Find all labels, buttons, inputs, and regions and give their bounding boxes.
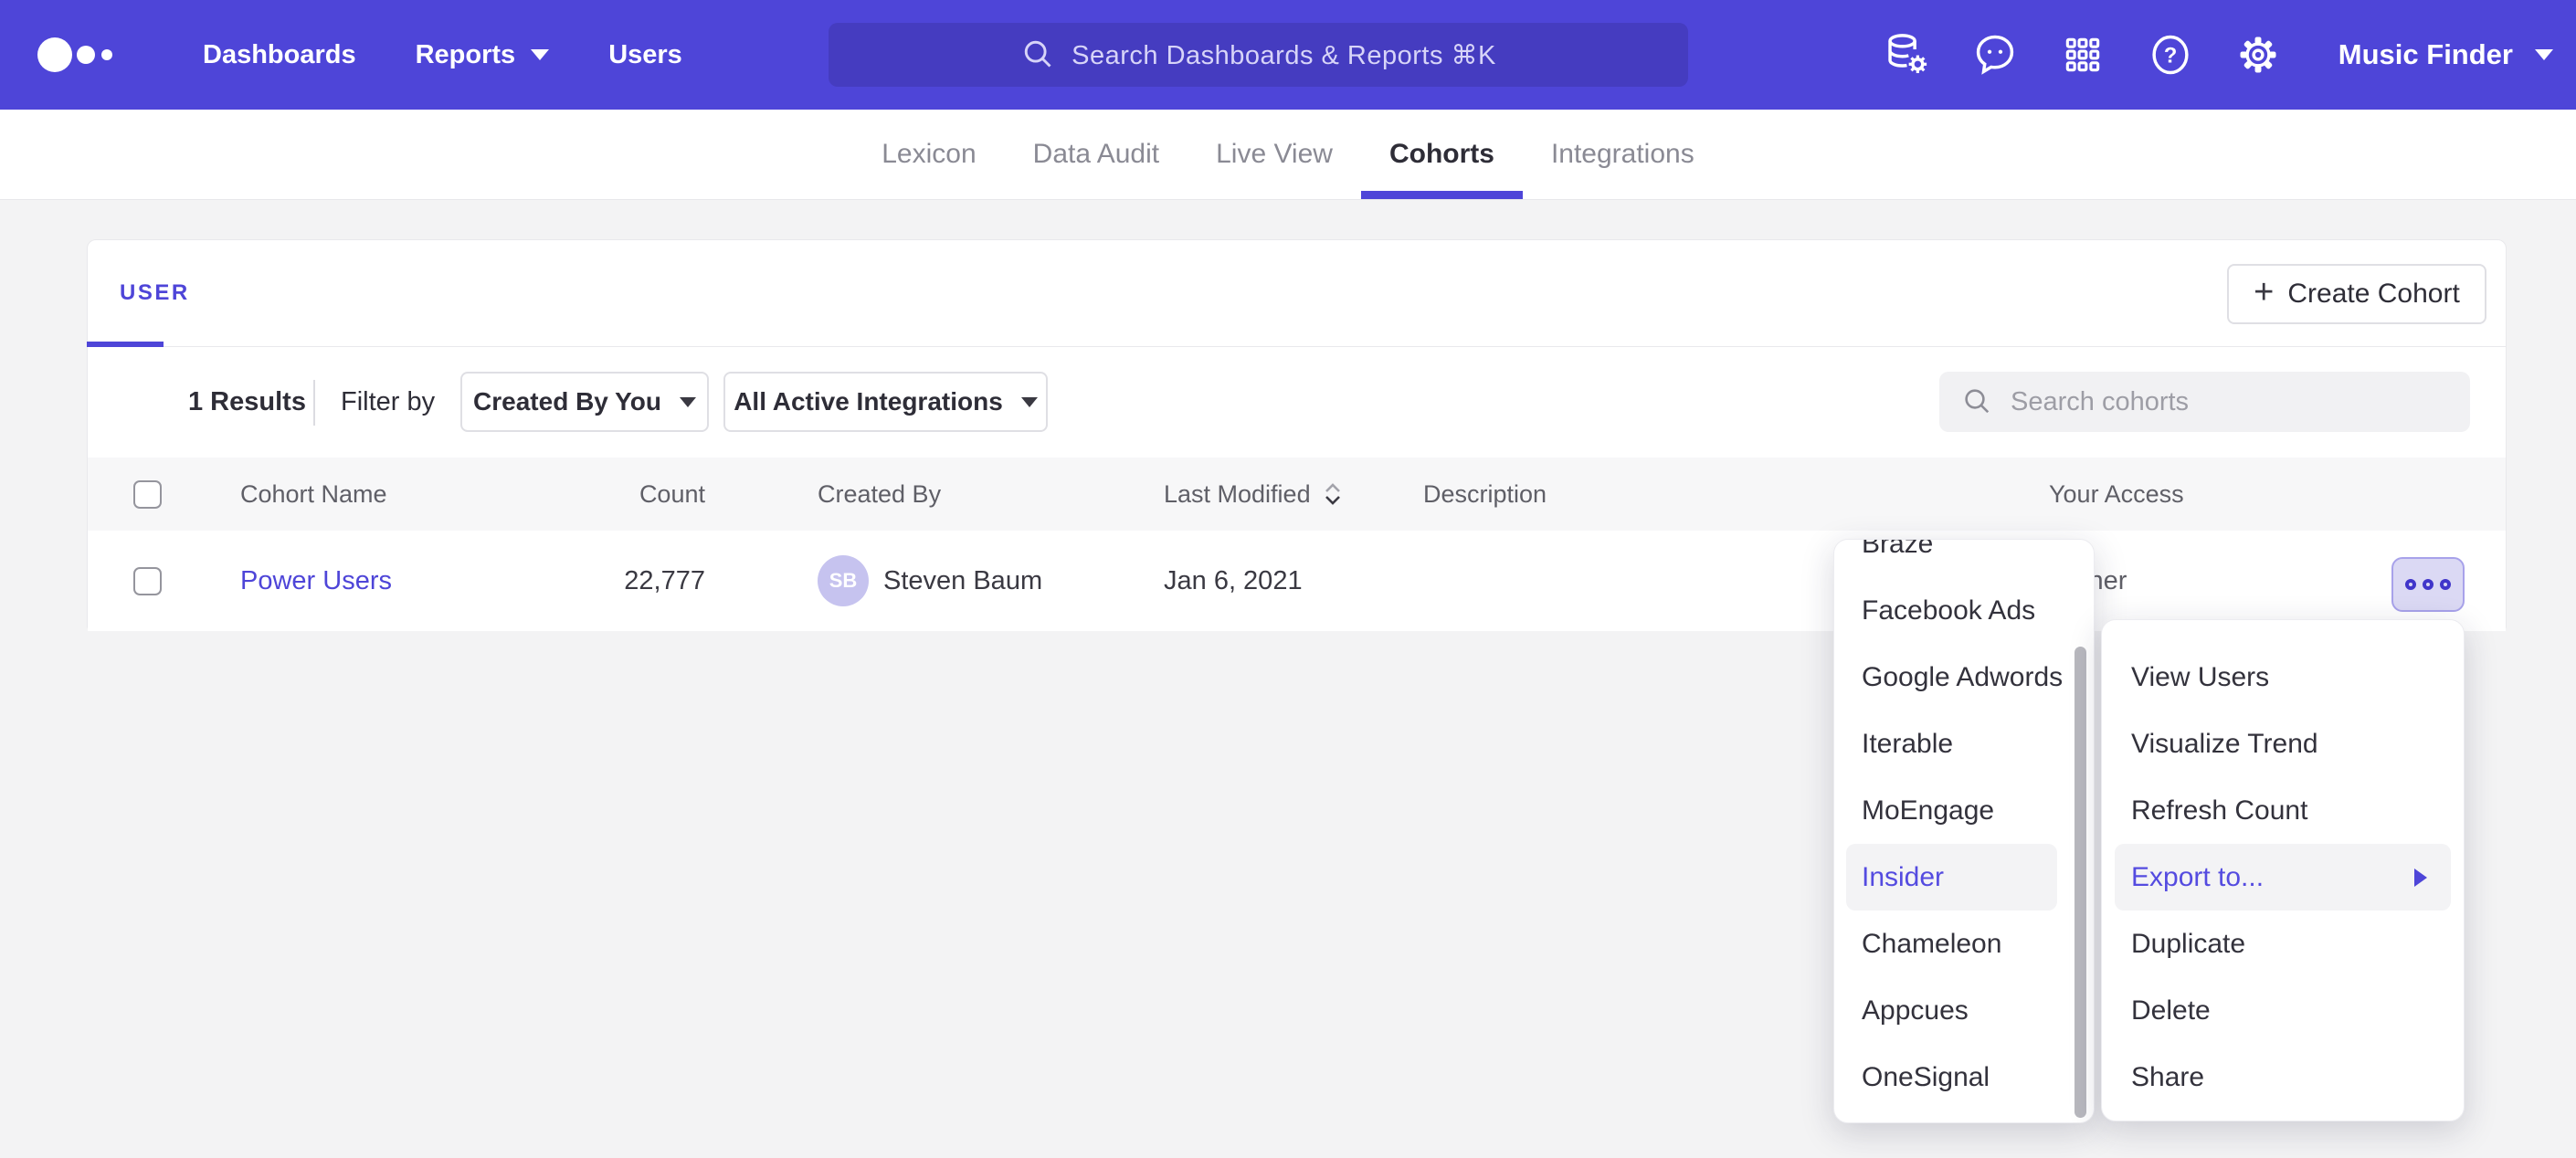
data-management-icon[interactable] [1884, 31, 1931, 79]
header-your-access: Your Access [2049, 458, 2184, 531]
cohorts-page: Dashboards Reports Users Search Dashboar… [0, 0, 2576, 1158]
top-nav-links: Dashboards Reports Users [203, 40, 682, 70]
export-destination-list: Braze Facebook Ads Google Adwords Iterab… [1834, 539, 2094, 1111]
header-last-modified-label: Last Modified [1164, 480, 1311, 509]
chevron-down-icon [1021, 397, 1038, 407]
workspace-switcher[interactable]: Music Finder [2338, 38, 2553, 71]
submenu-scrollbar[interactable] [2075, 647, 2086, 1118]
tab-data-audit[interactable]: Data Audit [1005, 110, 1188, 199]
menu-item-facebook-ads[interactable]: Facebook Ads [1834, 577, 2094, 644]
menu-item-duplicate[interactable]: Duplicate [2102, 911, 2464, 977]
table-row: Power Users 22,777 SB Steven Baum Jan 6,… [88, 531, 2506, 631]
menu-item-braze[interactable]: Braze [1834, 539, 2094, 577]
dot-icon [2423, 579, 2433, 590]
menu-item-insider[interactable]: Insider [1846, 844, 2057, 911]
last-modified-date: Jan 6, 2021 [1164, 531, 1303, 631]
table-header-row: Cohort Name Count Created By Last Modifi… [88, 458, 2506, 531]
nav-users[interactable]: Users [608, 40, 682, 70]
filter-toolbar: 1 Results Filter by Created By You All A… [88, 347, 2506, 458]
cohort-search-input[interactable] [2011, 387, 2470, 417]
cohort-name-link[interactable]: Power Users [240, 566, 392, 596]
cohort-search [1939, 372, 2470, 432]
header-description: Description [1423, 458, 1547, 531]
top-nav-right: ? [1884, 0, 2553, 110]
mixpanel-logo-icon[interactable] [37, 35, 137, 75]
top-nav: Dashboards Reports Users Search Dashboar… [0, 0, 2576, 110]
sort-icon [1322, 480, 1344, 508]
row-checkbox[interactable] [133, 567, 162, 595]
menu-item-visualize-trend[interactable]: Visualize Trend [2102, 711, 2464, 777]
cohort-count: 22,777 [480, 531, 705, 631]
divider [313, 380, 315, 426]
plus-icon: + [2254, 275, 2274, 310]
create-cohort-button[interactable]: + Create Cohort [2227, 264, 2486, 324]
header-cohort-name: Cohort Name [240, 458, 387, 531]
menu-item-onesignal[interactable]: OneSignal [1834, 1044, 2094, 1111]
menu-item-refresh-count[interactable]: Refresh Count [2102, 777, 2464, 844]
nav-reports-label: Reports [416, 40, 516, 70]
filter-by-label: Filter by [341, 347, 435, 458]
tab-live-view-label: Live View [1216, 139, 1333, 170]
tab-integrations[interactable]: Integrations [1523, 110, 1723, 199]
tab-integrations-label: Integrations [1551, 139, 1694, 170]
feedback-icon[interactable] [1971, 31, 2019, 79]
export-to-label: Export to... [2131, 862, 2264, 893]
settings-gear-icon[interactable] [2234, 31, 2282, 79]
integrations-filter-dropdown[interactable]: All Active Integrations [723, 372, 1048, 432]
integrations-filter-label: All Active Integrations [734, 387, 1003, 416]
export-to-submenu: Braze Facebook Ads Google Adwords Iterab… [1833, 539, 2095, 1123]
menu-item-view-users[interactable]: View Users [2102, 644, 2464, 711]
submenu-arrow-icon [2414, 868, 2427, 887]
menu-item-appcues[interactable]: Appcues [1834, 977, 2094, 1044]
results-count: 1 Results [188, 347, 306, 458]
help-icon[interactable]: ? [2147, 31, 2194, 79]
tab-cohorts[interactable]: Cohorts [1361, 110, 1523, 199]
cohort-type-tabstrip: USER + Create Cohort [88, 240, 2506, 347]
dot-icon [2440, 579, 2451, 590]
global-search-input[interactable]: Search Dashboards & Reports ⌘K [829, 23, 1688, 87]
menu-item-share[interactable]: Share [2102, 1044, 2464, 1111]
data-nav-tabs: Lexicon Data Audit Live View Cohorts Int… [0, 110, 2576, 200]
cohorts-panel: USER + Create Cohort 1 Results Filter by… [87, 239, 2507, 630]
nav-dashboards[interactable]: Dashboards [203, 40, 356, 70]
row-context-menu: View Users Visualize Trend Refresh Count… [2101, 619, 2465, 1121]
menu-item-export-to[interactable]: Export to... [2115, 844, 2451, 911]
search-icon [1020, 37, 1057, 73]
menu-item-iterable[interactable]: Iterable [1834, 711, 2094, 777]
tab-user-label: USER [120, 280, 190, 306]
workspace-name: Music Finder [2338, 38, 2513, 71]
global-search-placeholder: Search Dashboards & Reports ⌘K [1072, 39, 1496, 71]
dot-icon [2405, 579, 2416, 590]
created-by-filter-dropdown[interactable]: Created By You [460, 372, 709, 432]
created-by-filter-label: Created By You [473, 387, 661, 416]
menu-item-chameleon[interactable]: Chameleon [1834, 911, 2094, 977]
nav-users-label: Users [608, 40, 682, 70]
select-all-checkbox[interactable] [133, 480, 162, 509]
svg-text:?: ? [2164, 44, 2178, 68]
tab-user-cohorts[interactable]: USER [120, 240, 190, 346]
header-last-modified[interactable]: Last Modified [1164, 458, 1344, 531]
nav-reports[interactable]: Reports [416, 40, 550, 70]
header-created-by: Created By [818, 458, 941, 531]
tab-lexicon[interactable]: Lexicon [853, 110, 1004, 199]
chevron-down-icon [2535, 49, 2553, 60]
avatar: SB [818, 555, 869, 606]
menu-item-moengage[interactable]: MoEngage [1834, 777, 2094, 844]
row-actions-button[interactable] [2391, 557, 2465, 612]
menu-item-google-adwords[interactable]: Google Adwords [1834, 644, 2094, 711]
apps-grid-icon[interactable] [2059, 31, 2106, 79]
chevron-down-icon [531, 49, 549, 60]
tab-live-view[interactable]: Live View [1188, 110, 1361, 199]
tab-cohorts-label: Cohorts [1389, 139, 1494, 170]
chevron-down-icon [680, 397, 696, 407]
header-count: Count [480, 458, 705, 531]
created-by-name: Steven Baum [883, 566, 1042, 596]
nav-dashboards-label: Dashboards [203, 40, 356, 70]
create-cohort-label: Create Cohort [2287, 279, 2459, 310]
search-icon [1961, 385, 1994, 418]
tab-data-audit-label: Data Audit [1033, 139, 1159, 170]
tab-lexicon-label: Lexicon [882, 139, 976, 170]
menu-item-delete[interactable]: Delete [2102, 977, 2464, 1044]
